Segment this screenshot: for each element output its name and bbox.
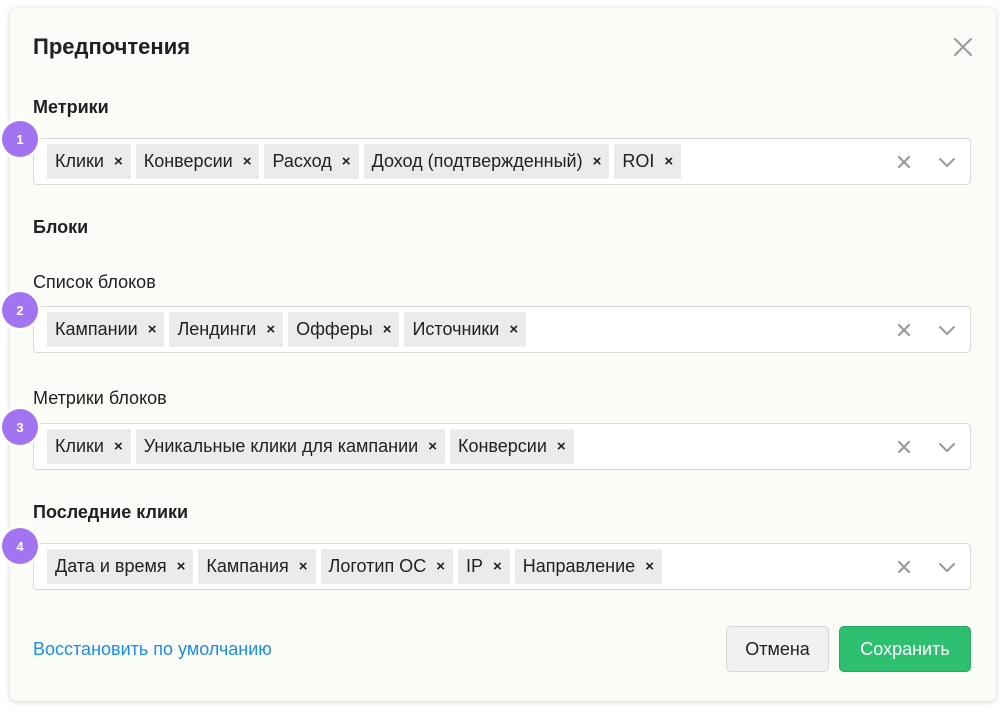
block-metrics-label: Метрики блоков [33, 388, 167, 408]
selected-tag: Офферы × [288, 312, 400, 347]
selected-tag: Уникальные клики для кампании × [135, 429, 445, 464]
tag-label: Расход [272, 151, 332, 171]
selected-tag: Расход × [264, 144, 359, 179]
tag-remove-icon[interactable]: × [593, 154, 602, 169]
tag-label: Дата и время [55, 556, 167, 576]
tag-remove-icon[interactable]: × [177, 559, 186, 574]
tag-label: Уникальные клики для кампании [143, 436, 419, 456]
tag-remove-icon[interactable]: × [509, 322, 518, 337]
chevron-down-icon[interactable] [938, 559, 956, 575]
last-clicks-tags: Дата и время × Кампания × Логотип ОС × IP × Напр… [47, 549, 662, 584]
tag-remove-icon[interactable]: × [493, 559, 502, 574]
block-metrics-tags: Клики × Уникальные клики для кампании × Конв… [47, 429, 574, 464]
selected-tag: Лендинги × [169, 312, 284, 347]
last-clicks-select[interactable]: Дата и время × Кампания × Логотип ОС × IP × Напр… [33, 543, 971, 590]
tag-label: IP [465, 556, 483, 576]
blocks-heading: Блоки [33, 217, 89, 237]
tag-remove-icon[interactable]: × [243, 154, 252, 169]
tag-remove-icon[interactable]: × [383, 322, 392, 337]
metrics-tags: Клики × Конверсии × Расход × Доход (подтвержде… [47, 144, 682, 179]
selected-tag: Направление × [514, 549, 662, 584]
close-icon[interactable] [952, 36, 974, 58]
tag-label: Лендинги [177, 319, 257, 339]
tag-label: ROI [622, 151, 655, 171]
block-list-select[interactable]: Кампании × Лендинги × Офферы × Источники × [33, 306, 971, 353]
selected-tag: Логотип ОС × [320, 549, 453, 584]
step-badge-3: 3 [2, 409, 38, 445]
tag-remove-icon[interactable]: × [114, 154, 123, 169]
block-metrics-select[interactable]: Клики × Уникальные клики для кампании × Конв… [33, 423, 971, 470]
block-list-tags: Кампании × Лендинги × Офферы × Источники × [47, 312, 527, 347]
tag-label: Логотип ОС [328, 556, 427, 576]
tag-label: Конверсии [457, 436, 547, 456]
tag-remove-icon[interactable]: × [299, 559, 308, 574]
selected-tag: Доход (подтвержденный) × [363, 144, 610, 179]
block-list-label: Список блоков [33, 272, 156, 292]
selected-tag: Конверсии × [135, 144, 260, 179]
tag-remove-icon[interactable]: × [342, 154, 351, 169]
step-badge-2: 2 [2, 292, 38, 328]
clear-x-icon[interactable] [896, 439, 912, 455]
tag-label: Клики [55, 151, 104, 171]
last-clicks-heading: Последние клики [33, 502, 189, 522]
step-badge-1: 1 [2, 121, 38, 157]
tag-remove-icon[interactable]: × [645, 559, 654, 574]
selected-tag: Кампания × [198, 549, 316, 584]
clear-x-icon[interactable] [896, 322, 912, 338]
tag-remove-icon[interactable]: × [266, 322, 275, 337]
metrics-select[interactable]: Клики × Конверсии × Расход × Доход (подтвержде… [33, 138, 971, 185]
selected-tag: Клики × [47, 429, 131, 464]
selected-tag: IP × [457, 549, 510, 584]
selected-tag: Дата и время × [47, 549, 194, 584]
selected-tag: Источники × [404, 312, 527, 347]
tag-remove-icon[interactable]: × [114, 439, 123, 454]
chevron-down-icon[interactable] [938, 322, 956, 338]
tag-remove-icon[interactable]: × [664, 154, 673, 169]
tag-remove-icon[interactable]: × [428, 439, 437, 454]
chevron-down-icon[interactable] [938, 439, 956, 455]
tag-remove-icon[interactable]: × [557, 439, 566, 454]
step-badge-4: 4 [2, 528, 38, 564]
preferences-dialog: Предпочтения Метрики Клики × Конверсии × Рас… [10, 8, 996, 701]
selected-tag: Кампании × [47, 312, 165, 347]
metrics-heading: Метрики [33, 97, 109, 117]
clear-x-icon[interactable] [896, 154, 912, 170]
clear-x-icon[interactable] [896, 559, 912, 575]
tag-remove-icon[interactable]: × [436, 559, 445, 574]
tag-label: Источники [412, 319, 500, 339]
chevron-down-icon[interactable] [938, 154, 956, 170]
reset-defaults-link[interactable]: Восстановить по умолчанию [33, 637, 272, 661]
tag-remove-icon[interactable]: × [148, 322, 157, 337]
tag-label: Клики [55, 436, 104, 456]
tag-label: Кампания [206, 556, 289, 576]
selected-tag: Клики × [47, 144, 131, 179]
cancel-button[interactable]: Отмена [726, 626, 829, 672]
selected-tag: Конверсии × [449, 429, 574, 464]
tag-label: Офферы [296, 319, 373, 339]
tag-label: Доход (подтвержденный) [371, 151, 583, 171]
selected-tag: ROI × [614, 144, 682, 179]
tag-label: Конверсии [143, 151, 233, 171]
tag-label: Направление [522, 556, 636, 576]
tag-label: Кампании [55, 319, 138, 339]
save-button[interactable]: Сохранить [839, 626, 971, 672]
dialog-title: Предпочтения [33, 34, 191, 59]
